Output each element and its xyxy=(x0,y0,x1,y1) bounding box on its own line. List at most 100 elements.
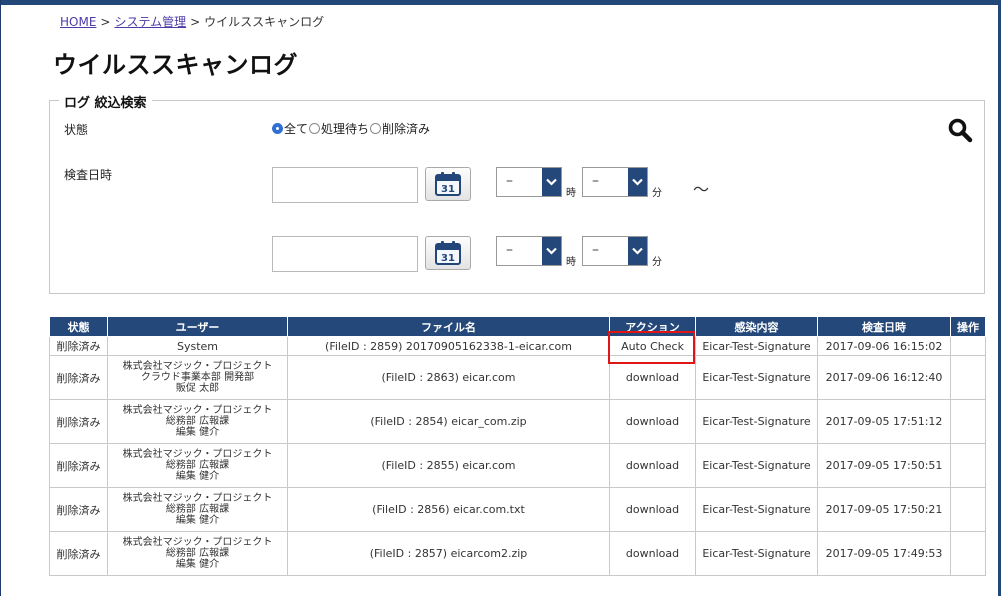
user-department: 総務部 広報課 xyxy=(165,504,230,515)
user-cell: System xyxy=(107,336,288,356)
infection-cell: Eicar-Test-Signature xyxy=(695,443,818,488)
column-header-user[interactable]: ユーザー xyxy=(107,316,288,337)
status-cell: 削除済み xyxy=(49,355,108,400)
date-cell: 2017-09-05 17:50:51 xyxy=(817,443,951,488)
column-header-date[interactable]: 検査日時 xyxy=(817,316,951,337)
status-cell: 削除済み xyxy=(49,443,108,488)
table-row: 削除済み System (FileID : 2859) 201709051623… xyxy=(49,336,986,356)
breadcrumb-system-link[interactable]: システム管理 xyxy=(114,15,186,29)
minute-unit: 分 xyxy=(652,188,662,199)
user-name: 編集 健介 xyxy=(175,427,220,438)
table-row: 削除済み 株式会社マジック・プロジェクト クラウド事業本部 開発部 販促 太郎 (F… xyxy=(49,355,986,400)
window-border-left xyxy=(0,0,1,596)
status-radio-group: 全て 処理待ち 削除済み xyxy=(272,120,431,136)
user-cell: 株式会社マジック・プロジェクト 総務部 広報課 編集 健介 xyxy=(107,487,288,532)
search-button[interactable] xyxy=(947,117,973,143)
status-radio-deleted-label[interactable]: 削除済み xyxy=(382,120,430,137)
file-cell: (FileID : 2859) 20170905162338-1-eicar.c… xyxy=(287,336,610,356)
date-from-calendar-button[interactable]: 31 xyxy=(425,167,471,201)
user-company: 株式会社マジック・プロジェクト xyxy=(122,493,273,504)
to-minute-value: – xyxy=(592,242,599,258)
column-header-status[interactable]: 状態 xyxy=(49,316,108,337)
operation-cell xyxy=(950,336,986,356)
user-company: 株式会社マジック・プロジェクト xyxy=(122,449,273,460)
user-name: 編集 健介 xyxy=(175,471,220,482)
from-minute-value: – xyxy=(592,173,599,189)
top-bar xyxy=(0,0,1001,5)
user-name: 編集 健介 xyxy=(175,515,220,526)
status-label: 状態 xyxy=(64,123,89,137)
infection-cell: Eicar-Test-Signature xyxy=(695,336,818,356)
search-icon xyxy=(948,118,973,143)
scan-log-table: 状態 ユーザー ファイル名 アクション 感染内容 検査日時 操作 削除済み Sy… xyxy=(49,316,986,576)
user-cell: 株式会社マジック・プロジェクト 総務部 広報課 編集 健介 xyxy=(107,531,288,576)
date-from-input[interactable] xyxy=(272,167,418,203)
file-cell: (FileID : 2856) eicar.com.txt xyxy=(287,487,610,532)
user-company: 株式会社マジック・プロジェクト xyxy=(122,537,273,548)
date-label: 検査日時 xyxy=(64,168,113,182)
to-minute-select[interactable]: – xyxy=(582,236,648,266)
to-hour-select[interactable]: – xyxy=(496,236,562,266)
status-radio-deleted[interactable] xyxy=(370,122,382,134)
user-cell: 株式会社マジック・プロジェクト 総務部 広報課 編集 健介 xyxy=(107,399,288,444)
action-cell: Auto Check xyxy=(609,336,696,356)
operation-cell xyxy=(950,443,986,488)
chevron-down-icon xyxy=(628,237,647,265)
hour-unit: 時 xyxy=(566,257,576,268)
chevron-down-icon xyxy=(628,168,647,196)
user-company: 株式会社マジック・プロジェクト xyxy=(122,405,273,416)
user-company: 株式会社マジック・プロジェクト xyxy=(122,361,273,372)
status-cell: 削除済み xyxy=(49,487,108,532)
operation-cell xyxy=(950,487,986,532)
date-cell: 2017-09-05 17:49:53 xyxy=(817,531,951,576)
table-row: 削除済み 株式会社マジック・プロジェクト 総務部 広報課 編集 健介 (FileID… xyxy=(49,487,986,532)
column-header-action[interactable]: アクション xyxy=(609,316,696,337)
table-row: 削除済み 株式会社マジック・プロジェクト 総務部 広報課 編集 健介 (FileID… xyxy=(49,531,986,576)
user-name: 販促 太郎 xyxy=(175,383,220,394)
date-cell: 2017-09-06 16:15:02 xyxy=(817,336,951,356)
breadcrumb: HOME > システム管理 > ウイルススキャンログ xyxy=(60,13,324,30)
status-radio-all-label[interactable]: 全て xyxy=(284,120,308,137)
date-cell: 2017-09-06 16:12:40 xyxy=(817,355,951,400)
file-cell: (FileID : 2863) eicar.com xyxy=(287,355,610,400)
action-cell: download xyxy=(609,399,696,444)
breadcrumb-separator: > xyxy=(190,15,201,29)
status-radio-pending-label[interactable]: 処理待ち xyxy=(321,120,369,137)
file-cell: (FileID : 2857) eicarcom2.zip xyxy=(287,531,610,576)
status-radio-pending[interactable] xyxy=(309,122,321,134)
table-row: 削除済み 株式会社マジック・プロジェクト 総務部 広報課 編集 健介 (FileID… xyxy=(49,443,986,488)
user-department: 総務部 広報課 xyxy=(165,460,230,471)
column-header-file[interactable]: ファイル名 xyxy=(287,316,610,337)
action-cell: download xyxy=(609,355,696,400)
breadcrumb-current: ウイルススキャンログ xyxy=(204,15,325,29)
column-header-operation: 操作 xyxy=(950,316,986,337)
user-department: 総務部 広報課 xyxy=(165,416,230,427)
action-cell: download xyxy=(609,443,696,488)
range-separator: 〜 xyxy=(693,180,710,199)
date-to-input[interactable] xyxy=(272,236,418,272)
column-header-infection[interactable]: 感染内容 xyxy=(695,316,818,337)
status-radio-all[interactable] xyxy=(272,122,283,134)
table-row: 削除済み 株式会社マジック・プロジェクト 総務部 広報課 編集 健介 (FileID… xyxy=(49,399,986,444)
action-cell: download xyxy=(609,487,696,532)
operation-cell xyxy=(950,531,986,576)
infection-cell: Eicar-Test-Signature xyxy=(695,531,818,576)
breadcrumb-home-link[interactable]: HOME xyxy=(60,15,96,29)
chevron-down-icon xyxy=(542,237,561,265)
infection-cell: Eicar-Test-Signature xyxy=(695,487,818,532)
status-cell: 削除済み xyxy=(49,336,108,356)
to-hour-value: – xyxy=(506,242,513,258)
breadcrumb-separator: > xyxy=(100,15,111,29)
hour-unit: 時 xyxy=(566,188,576,199)
infection-cell: Eicar-Test-Signature xyxy=(695,399,818,444)
calendar-icon: 31 xyxy=(435,172,461,196)
from-minute-select[interactable]: – xyxy=(582,167,648,197)
minute-unit: 分 xyxy=(652,257,662,268)
calendar-day-text: 31 xyxy=(441,253,455,264)
file-cell: (FileID : 2855) eicar.com xyxy=(287,443,610,488)
from-hour-select[interactable]: – xyxy=(496,167,562,197)
date-cell: 2017-09-05 17:50:21 xyxy=(817,487,951,532)
user-department: 総務部 広報課 xyxy=(165,548,230,559)
user-department: クラウド事業本部 開発部 xyxy=(140,372,255,383)
date-to-calendar-button[interactable]: 31 xyxy=(425,236,471,270)
